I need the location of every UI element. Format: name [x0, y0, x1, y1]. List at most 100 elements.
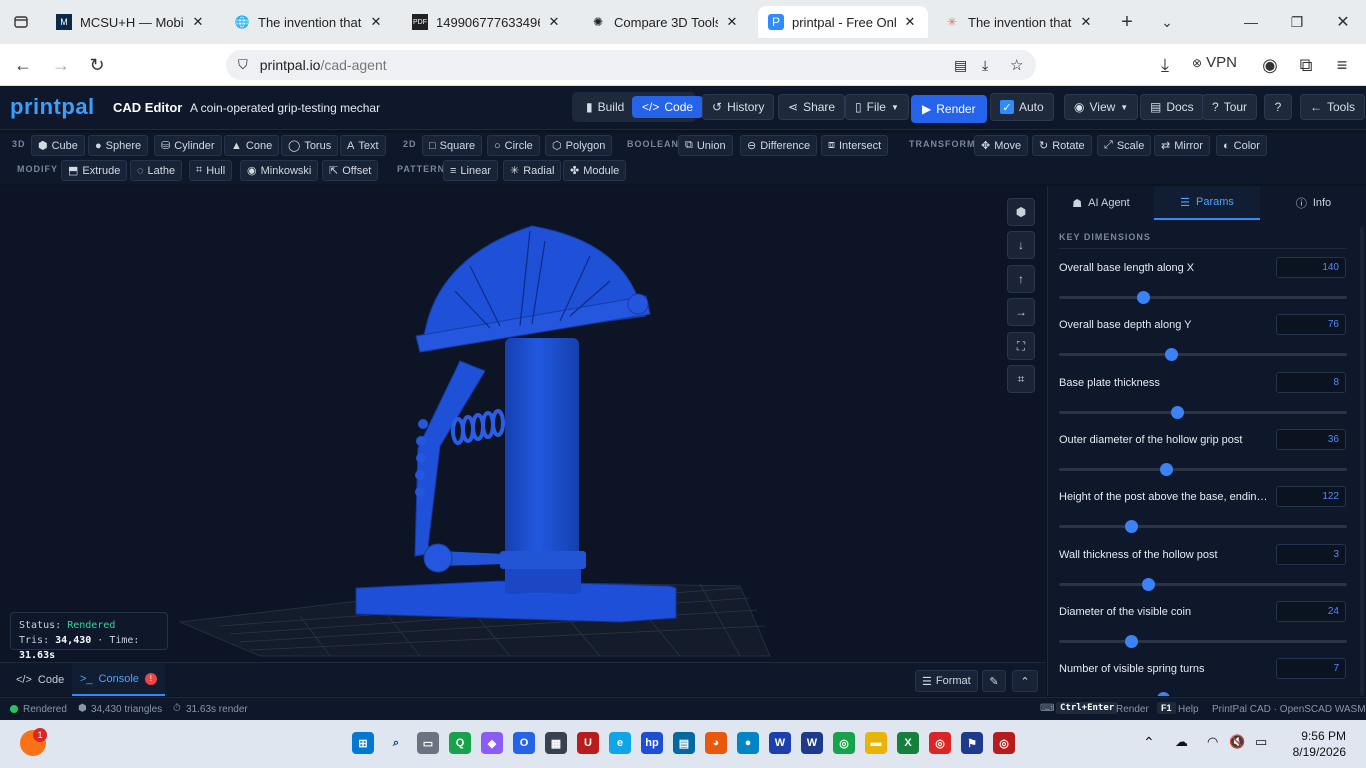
text-button[interactable]: A Text — [340, 135, 386, 156]
code-mode-button[interactable]: </> Code — [632, 96, 704, 118]
tab-info[interactable]: ⓘ Info — [1260, 186, 1366, 220]
cone-button[interactable]: ▲ Cone — [224, 135, 280, 156]
hull-button[interactable]: ⌗ Hull — [189, 160, 233, 181]
slider-handle[interactable] — [1125, 520, 1138, 533]
close-tab-icon[interactable]: ✕ — [724, 14, 740, 30]
rotate-button[interactable]: ↻ Rotate — [1032, 135, 1092, 156]
volume-muted-icon[interactable]: 🔇 — [1229, 734, 1245, 750]
new-tab-icon[interactable]: + — [1114, 9, 1140, 35]
start-icon[interactable]: ⊞ — [352, 732, 374, 754]
slider-handle[interactable] — [1156, 692, 1170, 696]
tour-button[interactable]: ? Tour — [1202, 94, 1258, 120]
fit-view-icon[interactable]: ⛶ — [1007, 332, 1035, 360]
radial-pattern-button[interactable]: ✳ Radial — [503, 160, 562, 181]
rendered-model[interactable] — [0, 186, 1046, 662]
color-button[interactable]: ◐ Color — [1216, 135, 1267, 156]
linear-pattern-button[interactable]: ≡ Linear — [443, 160, 498, 181]
close-tab-icon[interactable]: ✕ — [1078, 14, 1094, 30]
build-mode-button[interactable]: ▮ Build — [577, 96, 633, 118]
chrome-icon[interactable]: ◎ — [833, 732, 855, 754]
view-menu-button[interactable]: ◉ View ▼ — [1064, 94, 1139, 120]
console-tab[interactable]: >_ Console ! — [72, 663, 165, 696]
docs-button[interactable]: ▤ Docs — [1140, 94, 1204, 120]
collapse-panel-button[interactable]: ⌃ — [1012, 670, 1038, 692]
intersect-button[interactable]: ⧈ Intersect — [821, 135, 889, 156]
torus-button[interactable]: ◯ Torus — [281, 135, 339, 156]
wifi-icon[interactable]: ◠ — [1207, 734, 1218, 750]
square-button[interactable]: □ Square — [422, 135, 483, 156]
hp-icon[interactable]: hp — [641, 732, 663, 754]
notes-icon[interactable]: ▤ — [673, 732, 695, 754]
format-button[interactable]: ☰ Format — [915, 670, 978, 692]
battery-icon[interactable]: ▭ — [1255, 734, 1267, 750]
extensions-icon[interactable]: ⧉ — [1293, 52, 1319, 78]
module-button[interactable]: ✤ Module — [563, 160, 627, 181]
param-value-input[interactable]: 24 — [1276, 601, 1346, 622]
auto-render-toggle[interactable]: ✓ Auto — [990, 93, 1054, 121]
clock-date[interactable]: 8/19/2026 — [1282, 745, 1346, 759]
browser-tab-1[interactable]: M MCSU+H — Mobile Ca ✕ — [46, 6, 216, 38]
close-tab-icon[interactable]: ✕ — [546, 14, 562, 30]
copilot-icon[interactable]: ◆ — [481, 732, 503, 754]
search-icon[interactable]: ⌕ — [385, 732, 407, 754]
forward-icon[interactable]: → — [48, 52, 74, 78]
extrude-button[interactable]: ⬒ Extrude — [61, 160, 128, 181]
app-icon-1[interactable]: Q — [449, 732, 471, 754]
app-icon-4[interactable]: ⚑ — [961, 732, 983, 754]
address-bar[interactable]: ⛉ printpal.io/cad-agent ▤ ⤓ ☆ — [226, 50, 1036, 80]
tab-ai-agent[interactable]: ☗ AI Agent — [1048, 186, 1154, 220]
tab-actions-icon[interactable] — [8, 9, 34, 35]
account-icon[interactable]: ◉ — [1257, 52, 1283, 78]
mirror-button[interactable]: ⇄ Mirror — [1154, 135, 1210, 156]
param-value-input[interactable]: 3 — [1276, 544, 1346, 565]
clear-console-button[interactable]: ✎ — [982, 670, 1006, 692]
param-slider[interactable] — [1059, 578, 1347, 591]
excel-icon[interactable]: X — [897, 732, 919, 754]
share-button[interactable]: ⋖ Share — [778, 94, 846, 120]
circle-button[interactable]: ○ Circle — [487, 135, 540, 156]
bookmark-star-icon[interactable]: ☆ — [1010, 56, 1023, 74]
maximize-icon[interactable]: ❐ — [1284, 9, 1310, 35]
param-value-input[interactable]: 36 — [1276, 429, 1346, 450]
chrome-icon-3[interactable]: ◎ — [993, 732, 1015, 754]
panel-scrollbar[interactable] — [1360, 226, 1364, 696]
printpal-logo[interactable]: printpal — [10, 94, 95, 120]
store-icon[interactable]: ▦ — [545, 732, 567, 754]
close-tab-icon[interactable]: ✕ — [190, 14, 206, 30]
tray-cloud-icon[interactable]: ☁ — [1175, 734, 1188, 750]
chrome-icon-2[interactable]: ◎ — [929, 732, 951, 754]
view-right-arrow-icon[interactable]: → — [1007, 298, 1035, 326]
param-value-input[interactable]: 8 — [1276, 372, 1346, 393]
slider-handle[interactable] — [1125, 635, 1138, 648]
frame-selection-icon[interactable]: ⌗ — [1007, 365, 1035, 393]
param-value-input[interactable]: 122 — [1276, 486, 1346, 507]
downloads-icon[interactable]: ⤓ — [1152, 52, 1178, 78]
render-button[interactable]: ▶ Render — [911, 95, 987, 123]
difference-button[interactable]: ⊖ Difference — [740, 135, 818, 156]
app-icon-2[interactable]: U — [577, 732, 599, 754]
view-cube-icon[interactable]: ⬢ — [1007, 198, 1035, 226]
checkbox-checked-icon[interactable]: ✓ — [1000, 100, 1014, 114]
lathe-button[interactable]: ◌ Lathe — [130, 160, 183, 181]
tab-params[interactable]: ☰ Params — [1154, 186, 1260, 220]
param-slider[interactable] — [1059, 348, 1347, 361]
3d-viewport[interactable]: ⬢ ↓ ↑ → ⛶ ⌗ — [0, 186, 1046, 662]
slider-handle[interactable] — [1159, 463, 1173, 476]
union-button[interactable]: ⧉ Union — [678, 135, 733, 156]
param-slider[interactable] — [1059, 463, 1347, 476]
slider-handle[interactable] — [1171, 406, 1185, 419]
browser-tab-5[interactable]: P printpal - Free Online C ✕ — [758, 6, 928, 38]
app-icon-3[interactable]: ● — [737, 732, 759, 754]
move-button[interactable]: ✥ Move — [974, 135, 1029, 156]
slider-handle[interactable] — [1136, 291, 1150, 304]
back-icon[interactable]: ← — [10, 52, 36, 78]
project-name[interactable]: A coin-operated grip-testing mechan — [190, 101, 380, 115]
tab-list-chevron-icon[interactable]: ⌄ — [1154, 9, 1180, 35]
file-menu-button[interactable]: ▯ File ▼ — [845, 94, 909, 120]
param-slider[interactable] — [1059, 520, 1347, 533]
close-window-icon[interactable]: ✕ — [1330, 9, 1356, 35]
close-tab-icon[interactable]: ✕ — [902, 14, 918, 30]
vpn-button[interactable]: ⊗ VPN — [1192, 54, 1237, 71]
param-value-input[interactable]: 140 — [1276, 257, 1346, 278]
site-info-icon[interactable]: ⛉ — [238, 57, 248, 73]
